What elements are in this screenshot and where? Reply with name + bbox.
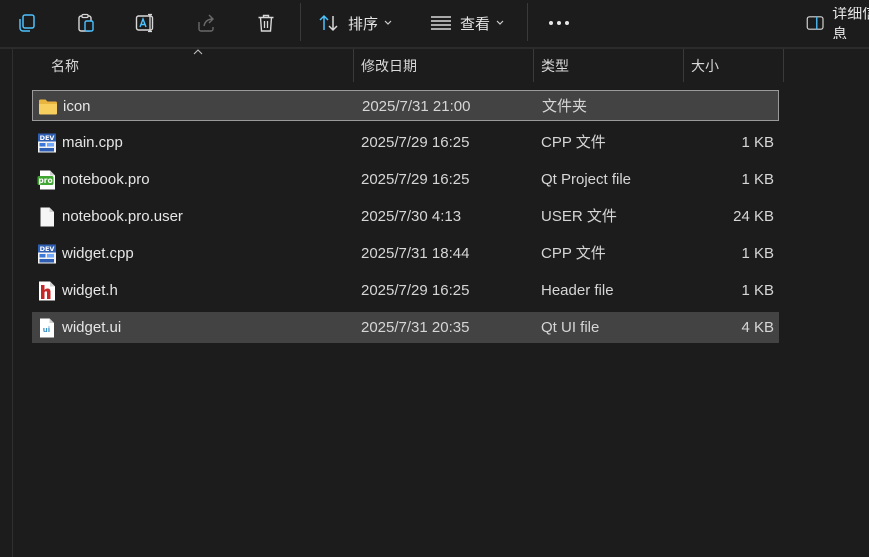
file-size: 4 KB xyxy=(741,319,774,336)
folder-icon xyxy=(39,99,57,115)
file-name: widget.ui xyxy=(62,319,122,336)
share-button[interactable] xyxy=(189,7,223,39)
qt-ui-file-icon: ui xyxy=(40,318,54,338)
file-size: 1 KB xyxy=(741,171,774,188)
toolbar-separator xyxy=(300,3,301,41)
header-file-icon xyxy=(39,281,55,301)
file-type: CPP 文件 xyxy=(541,245,606,262)
file-date: 2025/7/31 20:35 xyxy=(361,319,470,336)
file-type: Qt UI file xyxy=(541,319,600,336)
sort-label: 排序 xyxy=(348,15,379,33)
column-header-type[interactable]: 类型 xyxy=(534,49,683,82)
file-name: widget.h xyxy=(62,282,118,299)
file-date: 2025/7/31 21:00 xyxy=(362,98,471,115)
chevron-down-icon xyxy=(384,20,392,25)
view-label: 查看 xyxy=(460,15,491,33)
column-header-size[interactable]: 大小 xyxy=(684,49,783,82)
file-date: 2025/7/29 16:25 xyxy=(361,134,470,151)
column-header-name-label: 名称 xyxy=(51,57,79,74)
column-header-modified-label: 修改日期 xyxy=(361,57,417,74)
chevron-down-icon xyxy=(496,20,504,25)
file-name: notebook.pro xyxy=(62,171,150,188)
view-list-icon xyxy=(431,16,451,30)
copy-icon xyxy=(19,14,35,32)
more-options-button[interactable] xyxy=(540,7,578,39)
svg-text:ui: ui xyxy=(43,326,50,334)
column-header-row: 名称 修改日期 类型 大小 xyxy=(32,49,869,82)
file-size: 1 KB xyxy=(741,245,774,262)
qt-pro-file-icon: pro xyxy=(37,170,55,190)
cpp-file-icon: DEV xyxy=(38,133,56,153)
details-label: 详细信息 xyxy=(832,7,869,39)
file-row[interactable]: DEV main.cpp 2025/7/29 16:25 CPP 文件 1 KB xyxy=(32,127,779,158)
details-pane-icon xyxy=(806,16,824,30)
cpp-file-icon: DEV xyxy=(38,244,56,264)
column-header-name[interactable]: 名称 xyxy=(44,49,353,82)
file-row[interactable]: DEV widget.cpp 2025/7/31 18:44 CPP 文件 1 … xyxy=(32,238,779,269)
file-name: main.cpp xyxy=(62,134,123,151)
sort-button[interactable]: 排序 xyxy=(313,7,399,39)
file-date: 2025/7/29 16:25 xyxy=(361,171,470,188)
svg-text:DEV: DEV xyxy=(40,134,55,142)
file-date: 2025/7/30 4:13 xyxy=(361,208,462,225)
delete-button[interactable] xyxy=(249,7,283,39)
column-header-size-label: 大小 xyxy=(691,57,719,74)
file-row[interactable]: icon 2025/7/31 21:00 文件夹 xyxy=(32,90,779,121)
navigation-pane-splitter[interactable] xyxy=(12,49,13,557)
sort-icon xyxy=(319,14,338,32)
details-pane-button[interactable]: 详细信息 xyxy=(802,7,869,39)
file-type: CPP 文件 xyxy=(541,134,606,151)
file-type: Qt Project file xyxy=(541,171,632,188)
file-type: 文件夹 xyxy=(542,98,588,115)
file-row[interactable]: notebook.pro.user 2025/7/30 4:13 USER 文件… xyxy=(32,201,779,232)
file-size: 1 KB xyxy=(741,134,774,151)
share-icon xyxy=(198,14,214,32)
toolbar-separator xyxy=(527,3,528,41)
file-date: 2025/7/31 18:44 xyxy=(361,245,470,262)
svg-text:pro: pro xyxy=(38,176,52,185)
paste-button[interactable] xyxy=(69,7,103,39)
file-type: USER 文件 xyxy=(541,208,617,225)
file-size: 24 KB xyxy=(733,208,774,225)
file-type: Header file xyxy=(541,282,614,299)
file-name: widget.cpp xyxy=(62,245,134,262)
blank-file-icon xyxy=(40,207,54,227)
column-header-type-label: 类型 xyxy=(541,57,569,74)
trash-icon xyxy=(258,14,274,32)
paste-icon xyxy=(78,13,94,32)
column-header-modified[interactable]: 修改日期 xyxy=(354,49,533,82)
column-resizer[interactable] xyxy=(783,49,784,82)
file-row[interactable]: ui widget.ui 2025/7/31 20:35 Qt UI file … xyxy=(32,312,779,343)
file-date: 2025/7/29 16:25 xyxy=(361,282,470,299)
rename-icon xyxy=(135,13,154,33)
file-name: icon xyxy=(63,98,91,115)
file-row[interactable]: pro notebook.pro 2025/7/29 16:25 Qt Proj… xyxy=(32,164,779,195)
more-icon xyxy=(549,21,569,25)
rename-button[interactable] xyxy=(129,7,163,39)
file-name: notebook.pro.user xyxy=(62,208,183,225)
file-size: 1 KB xyxy=(741,282,774,299)
copy-button[interactable] xyxy=(10,7,44,39)
svg-text:DEV: DEV xyxy=(40,245,55,253)
file-row[interactable]: widget.h 2025/7/29 16:25 Header file 1 K… xyxy=(32,275,779,306)
view-button[interactable]: 查看 xyxy=(425,7,513,39)
command-bar: 排序 查看 详细信息 xyxy=(0,0,869,46)
